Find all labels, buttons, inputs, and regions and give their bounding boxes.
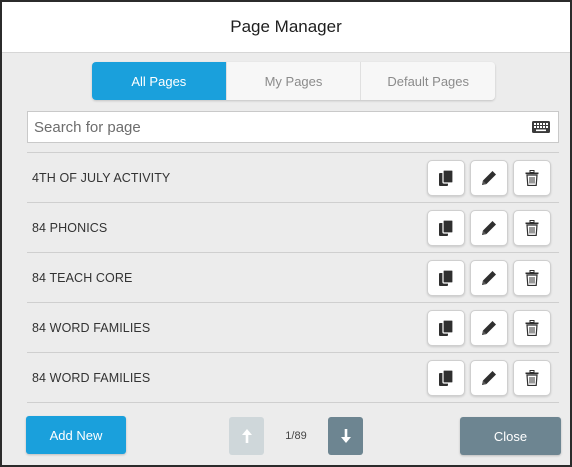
list-item[interactable]: 4TH OF JULY ACTIVITY <box>27 153 559 203</box>
page-name: 4TH OF JULY ACTIVITY <box>32 170 171 185</box>
page-name: 84 TEACH CORE <box>32 270 133 285</box>
keyboard-icon[interactable] <box>532 121 550 133</box>
copy-button[interactable] <box>427 309 465 346</box>
pencil-icon <box>482 170 496 185</box>
trash-icon <box>525 269 539 286</box>
arrow-up-icon <box>241 429 252 443</box>
trash-icon <box>525 219 539 236</box>
page-indicator: 1/89 <box>285 430 307 442</box>
pencil-icon <box>482 270 496 285</box>
delete-button[interactable] <box>513 309 551 346</box>
arrow-down-icon <box>340 429 351 443</box>
trash-icon <box>525 169 539 186</box>
tab-my-pages[interactable]: My Pages <box>225 62 361 100</box>
list-item[interactable]: 84 PHONICS <box>27 203 559 253</box>
pagination: 1/89 <box>229 417 363 455</box>
delete-button[interactable] <box>513 159 551 196</box>
row-actions <box>427 309 551 346</box>
row-actions <box>427 159 551 196</box>
page-name: 84 PHONICS <box>32 220 108 235</box>
list-item[interactable]: 84 WORD FAMILIES <box>27 303 559 353</box>
copy-icon <box>439 369 453 386</box>
page-filter-tabs: All Pages My Pages Default Pages <box>92 62 495 100</box>
edit-button[interactable] <box>470 159 508 196</box>
edit-button[interactable] <box>470 309 508 346</box>
delete-button[interactable] <box>513 259 551 296</box>
page-manager-dialog: Page Manager All Pages My Pages Default … <box>0 0 572 467</box>
list-item[interactable]: 84 WORD FAMILIES <box>27 353 559 403</box>
copy-button[interactable] <box>427 159 465 196</box>
copy-button[interactable] <box>427 359 465 396</box>
page-down-button[interactable] <box>328 417 363 455</box>
pencil-icon <box>482 370 496 385</box>
pencil-icon <box>482 320 496 335</box>
tab-all-pages[interactable]: All Pages <box>92 62 226 100</box>
copy-icon <box>439 319 453 336</box>
add-new-button[interactable]: Add New <box>26 416 126 454</box>
row-actions <box>427 359 551 396</box>
copy-button[interactable] <box>427 259 465 296</box>
search-bar <box>27 111 559 143</box>
dialog-title: Page Manager <box>230 17 342 36</box>
edit-button[interactable] <box>470 359 508 396</box>
edit-button[interactable] <box>470 209 508 246</box>
delete-button[interactable] <box>513 209 551 246</box>
search-input[interactable] <box>34 118 532 136</box>
page-list: 4TH OF JULY ACTIVITY 84 PHONICS 84 TEACH… <box>27 152 559 403</box>
edit-button[interactable] <box>470 259 508 296</box>
pencil-icon <box>482 220 496 235</box>
trash-icon <box>525 319 539 336</box>
copy-icon <box>439 169 453 186</box>
page-name: 84 WORD FAMILIES <box>32 370 151 385</box>
trash-icon <box>525 369 539 386</box>
close-button[interactable]: Close <box>460 417 561 455</box>
row-actions <box>427 209 551 246</box>
tab-default-pages[interactable]: Default Pages <box>360 62 495 100</box>
copy-icon <box>439 269 453 286</box>
dialog-header: Page Manager <box>2 2 570 53</box>
copy-icon <box>439 219 453 236</box>
row-actions <box>427 259 551 296</box>
page-name: 84 WORD FAMILIES <box>32 320 151 335</box>
delete-button[interactable] <box>513 359 551 396</box>
page-up-button[interactable] <box>229 417 264 455</box>
copy-button[interactable] <box>427 209 465 246</box>
list-item[interactable]: 84 TEACH CORE <box>27 253 559 303</box>
